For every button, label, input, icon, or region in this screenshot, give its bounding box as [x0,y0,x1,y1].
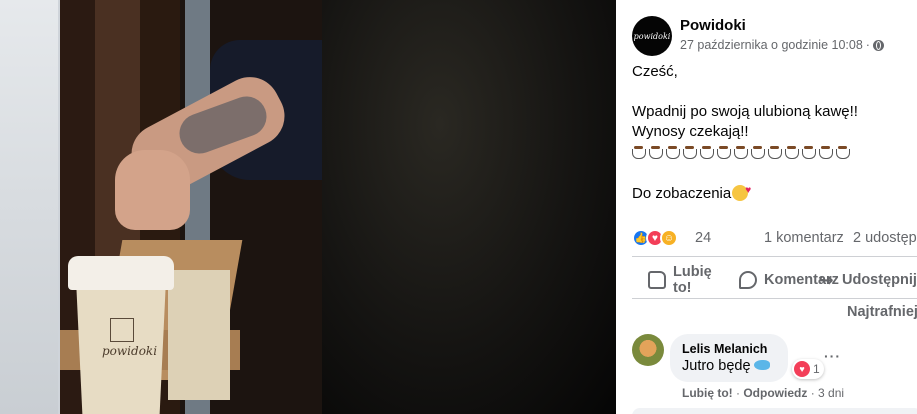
next-comment-preview [632,408,917,414]
coffee-emoji-row [632,144,917,164]
like-button-label: Lubię to! [673,264,712,296]
love-reaction-icon: ♥ [794,361,810,377]
share-button[interactable]: ↪ Udostępnij [817,262,917,298]
comment-age[interactable]: 3 dni [818,386,844,400]
page-avatar[interactable]: powidoki [632,16,672,56]
reaction-count[interactable]: 24 [695,230,711,246]
globe-icon[interactable] [872,39,884,51]
comment-actions: Lubię to! · Odpowiedz · 3 dni [682,386,844,400]
coffee-cup-emoji-icon [734,146,748,159]
divider [632,298,917,299]
post-line-2: Wynosy czekają!! [632,123,749,140]
comment-bubble: Lelis Melanich Jutro będę [670,334,788,382]
reaction-icons[interactable]: 👍 ♥ ☺ [632,229,678,247]
coffee-cup-emoji-icon [649,146,663,159]
comment-separator: · [736,386,740,400]
divider [632,256,917,257]
comment-item: Lelis Melanich Jutro będę ♥ 1 ··· Lubię … [632,334,917,404]
share-button-label: Udostępnij [842,272,917,288]
care-reaction-icon: ☺ [660,229,678,247]
post-text: Cześć, Wpadnij po swoją ulubioną kawę!! … [632,62,917,204]
post-closing: Do zobaczenia [632,181,917,204]
comment-text: Jutro będę [682,358,776,374]
avatar-text: powidoki [633,31,671,41]
comment-reaction-count: 1 [813,362,820,376]
like-button[interactable]: Lubię to! [648,262,715,298]
post-greeting: Cześć, [632,63,678,80]
comment-author[interactable]: Lelis Melanich [682,342,776,356]
comment-reply-link[interactable]: Odpowiedz [743,386,807,400]
post-closing-text: Do zobaczenia [632,185,732,202]
post-side-panel: powidoki Powidoki 27 października o godz… [616,0,917,414]
comment-text-content: Jutro będę [682,358,751,374]
post-photo[interactable]: powidoki [0,0,616,414]
photo-cup-lid [68,256,174,290]
meta-separator: · [865,38,870,52]
cup-logo-text: powidoki [102,344,158,358]
post-meta: 27 października o godzinie 10:08 · [680,38,884,52]
coffee-cup-emoji-icon [819,146,833,159]
coffee-cup-emoji-icon [785,146,799,159]
thumbs-up-icon [648,271,666,289]
comment-like-link[interactable]: Lubię to! [682,386,733,400]
coffee-cup-emoji-icon [802,146,816,159]
fish-emoji-icon [753,360,770,370]
commenter-avatar[interactable] [632,334,664,366]
comment-sort-dropdown[interactable]: Najtrafniejsze [847,304,917,320]
coffee-cup-emoji-icon [666,146,680,159]
coffee-photo-image: powidoki [0,0,322,414]
photo-hand [115,150,190,230]
post-line-1: Wpadnij po swoją ulubioną kawę!! [632,103,858,120]
coffee-cup-emoji-icon [751,146,765,159]
coffee-cup-emoji-icon [768,146,782,159]
coffee-cup-emoji-icon [836,146,850,159]
coffee-cup-emoji-icon [683,146,697,159]
share-arrow-icon: ↪ [818,270,834,290]
photo-blurred-background [322,0,616,414]
cup-logo: powidoki [98,318,158,358]
comment-bubble-icon [739,271,757,289]
kissing-face-emoji-icon [732,181,751,201]
page-name-link[interactable]: Powidoki [680,17,746,34]
post-header: powidoki Powidoki 27 października o godz… [632,14,917,58]
comments-count-link[interactable]: 1 komentarz [764,230,844,246]
photo-wall [0,0,58,414]
shares-count-link[interactable]: 2 udostępnienia [853,230,917,246]
post-timestamp[interactable]: 27 października o godzinie 10:08 [680,38,863,52]
post-stats: 👍 ♥ ☺ 24 1 komentarz 2 udostępnienia [632,228,917,248]
photo-cup-back [168,270,230,400]
comment-reaction-badge[interactable]: ♥ 1 [792,359,824,379]
coffee-cup-emoji-icon [632,146,646,159]
comment-more-options-icon[interactable]: ··· [824,348,841,364]
post-actions-bar: Lubię to! Komentarz ↪ Udostępnij [632,262,917,298]
comment-separator: · [810,386,815,400]
coffee-cup-emoji-icon [700,146,714,159]
coffee-cup-emoji-icon [717,146,731,159]
